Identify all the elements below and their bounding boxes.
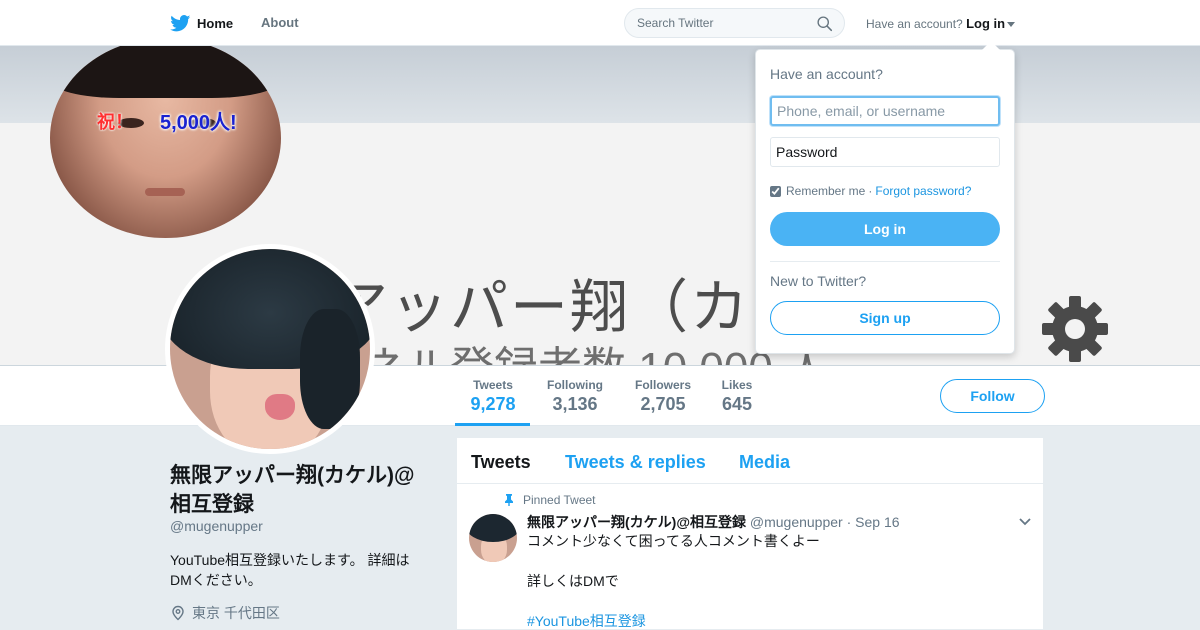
tab-media[interactable]: Media	[739, 452, 790, 473]
banner-badge-iwai: 祝！	[97, 112, 133, 132]
tweet-author[interactable]: 無限アッパー翔(カケル)@相互登録	[527, 514, 746, 530]
caret-down-icon	[1007, 22, 1016, 28]
login-dropdown: Have an account? Remember me · Forgot pa…	[755, 49, 1015, 354]
remember-row: Remember me · Forgot password?	[770, 184, 971, 198]
location-pin-icon	[172, 605, 184, 621]
chevron-down-icon[interactable]	[1018, 517, 1032, 527]
profile-location: 東京 千代田区	[170, 603, 280, 623]
profile-bio: YouTube相互登録いたします。 詳細はDMください。	[170, 552, 410, 588]
search-icon[interactable]	[816, 15, 833, 32]
nav-home-label: Home	[197, 16, 234, 31]
search-input[interactable]	[637, 9, 812, 37]
stat-label: Likes	[721, 378, 753, 392]
tweet-handle[interactable]: @mugenupper	[750, 514, 843, 530]
login-button[interactable]: Log in	[770, 212, 1000, 246]
stat-label: Following	[547, 378, 603, 392]
nav-about-label: About	[261, 15, 299, 30]
tweet-hashtag-link[interactable]: #YouTube相互登録	[527, 611, 820, 630]
forgot-password-link[interactable]: Forgot password?	[875, 184, 971, 198]
account-menu: Have an account? Log in	[866, 16, 1016, 31]
tab-tweets[interactable]: Tweets	[471, 452, 531, 473]
remember-me-checkbox[interactable]	[770, 185, 781, 197]
signup-button[interactable]: Sign up	[770, 301, 1000, 335]
search-box	[624, 8, 845, 38]
stat-value: 9,278	[470, 394, 516, 414]
stat-likes[interactable]: Likes 645	[721, 378, 753, 415]
tweet-text: コメント少なくて困ってる人コメント書くよー 詳しくはDMで #YouTube相互…	[527, 531, 820, 630]
login-dropdown-toggle[interactable]: Log in	[966, 16, 1016, 31]
banner-face-image: 祝！ 5,000人!	[50, 46, 281, 238]
stat-value: 645	[721, 394, 753, 414]
tweet-header: 無限アッパー翔(カケル)@相互登録 @mugenupper · Sep 16	[527, 512, 900, 532]
tweet-line: コメント少なくて困ってる人コメント書くよー	[527, 533, 820, 549]
remember-separator: ·	[868, 184, 873, 198]
stat-value: 3,136	[552, 394, 598, 414]
dropdown-arrow	[982, 41, 1000, 50]
banner-badge-count: 5,000人!	[160, 112, 237, 134]
stat-label: Tweets	[473, 378, 513, 392]
tweet-avatar[interactable]	[469, 514, 517, 562]
account-prompt: Have an account?	[866, 17, 963, 31]
nav-home[interactable]: Home	[170, 15, 233, 32]
active-tab-indicator	[455, 423, 530, 426]
pinned-tweet-label: Pinned Tweet	[503, 493, 596, 507]
follow-button[interactable]: Follow	[940, 379, 1045, 413]
profile-handle[interactable]: @mugenupper	[170, 518, 263, 534]
location-text: 東京 千代田区	[192, 605, 280, 621]
tab-tweets-and-replies[interactable]: Tweets & replies	[565, 452, 706, 473]
remember-me-label[interactable]: Remember me	[786, 184, 865, 198]
stat-label: Followers	[634, 378, 691, 392]
gear-icon	[1042, 296, 1108, 362]
new-to-twitter-label: New to Twitter?	[770, 273, 867, 289]
profile-name[interactable]: 無限アッパー翔(カケル)@相互登録	[170, 461, 435, 519]
nav-about[interactable]: About	[261, 15, 299, 30]
timeline: Tweets Tweets & replies Media Pinned Twe…	[456, 437, 1044, 630]
top-navigation-bar: Home About Have an account? Log in	[0, 0, 1200, 46]
username-field[interactable]	[770, 96, 1000, 126]
timeline-tabs: Tweets Tweets & replies Media	[457, 438, 1043, 484]
divider	[770, 261, 1000, 262]
tweet-line: 詳しくはDMで	[527, 573, 619, 589]
twitter-bird-icon	[170, 15, 191, 32]
password-field[interactable]	[770, 137, 1000, 167]
tweet-separator: ·	[846, 514, 852, 530]
pin-icon	[505, 494, 513, 506]
stat-followers[interactable]: Followers 2,705	[633, 378, 693, 415]
login-link-label: Log in	[966, 16, 1006, 31]
stat-value: 2,705	[640, 394, 686, 414]
pinned-label: Pinned Tweet	[523, 493, 596, 507]
login-heading: Have an account?	[770, 66, 883, 82]
profile-avatar[interactable]	[165, 244, 375, 454]
stat-tweets[interactable]: Tweets 9,278	[470, 378, 516, 415]
tweet-date[interactable]: Sep 16	[855, 514, 899, 530]
stat-following[interactable]: Following 3,136	[545, 378, 605, 415]
